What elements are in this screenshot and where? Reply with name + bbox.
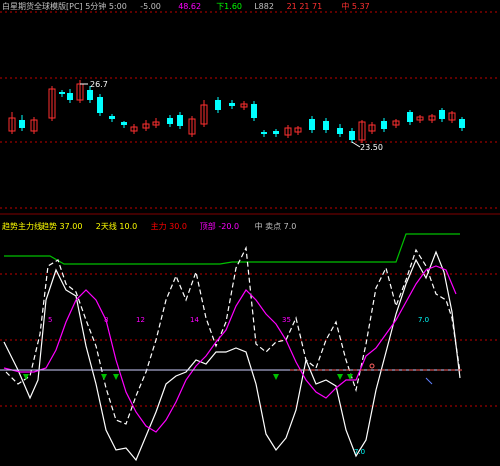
candle-down <box>439 110 445 119</box>
price-chart[interactable]: 26.7 23.50 5 8 12 14 35 7.0 7.0 <box>0 0 500 466</box>
candle-down <box>121 122 127 125</box>
candle-down <box>261 132 267 134</box>
sell-signal-arrow <box>23 374 29 380</box>
candle-down <box>109 116 115 119</box>
candle-down <box>97 97 103 113</box>
trend-line-green <box>4 233 460 265</box>
candle-down <box>459 119 465 128</box>
sell-signal-arrow <box>337 374 343 380</box>
candle-down <box>215 100 221 110</box>
candle-down <box>273 131 279 134</box>
sell-signal-arrow <box>113 374 119 380</box>
candle-down <box>87 90 93 100</box>
indicator-value-label: 5 <box>48 316 52 324</box>
indicator-value-label: 14 <box>190 316 199 324</box>
candle-down <box>67 93 73 100</box>
indicator-value-label: 7.0 <box>418 316 429 324</box>
candle-down <box>59 92 65 94</box>
candle-down <box>251 104 257 118</box>
candle-down <box>323 121 329 130</box>
candle-down <box>167 118 173 124</box>
signal-tick <box>425 377 433 385</box>
candle-down <box>309 119 315 130</box>
signal-line-magenta <box>3 265 457 433</box>
candle-down <box>229 103 235 106</box>
low-price-label: 23.50 <box>360 143 383 152</box>
indicator-value-label: 35 <box>282 316 291 324</box>
candle-down <box>19 120 25 128</box>
indicator-value-label: 12 <box>136 316 145 324</box>
candle-down <box>337 128 343 134</box>
candle-down <box>407 112 413 122</box>
candle-down <box>349 131 355 140</box>
sell-signal-arrow <box>273 374 279 380</box>
candle-down <box>177 115 183 126</box>
low-price-arrow <box>351 141 361 148</box>
main-line-white <box>3 250 461 462</box>
sell-signal-arrow <box>101 374 107 380</box>
low-value-label: 7.0 <box>354 448 365 456</box>
candle-down <box>381 121 387 129</box>
indicator-value-label: 8 <box>104 316 108 324</box>
signal-marker <box>369 363 375 369</box>
high-price-label: 26.7 <box>90 80 108 89</box>
